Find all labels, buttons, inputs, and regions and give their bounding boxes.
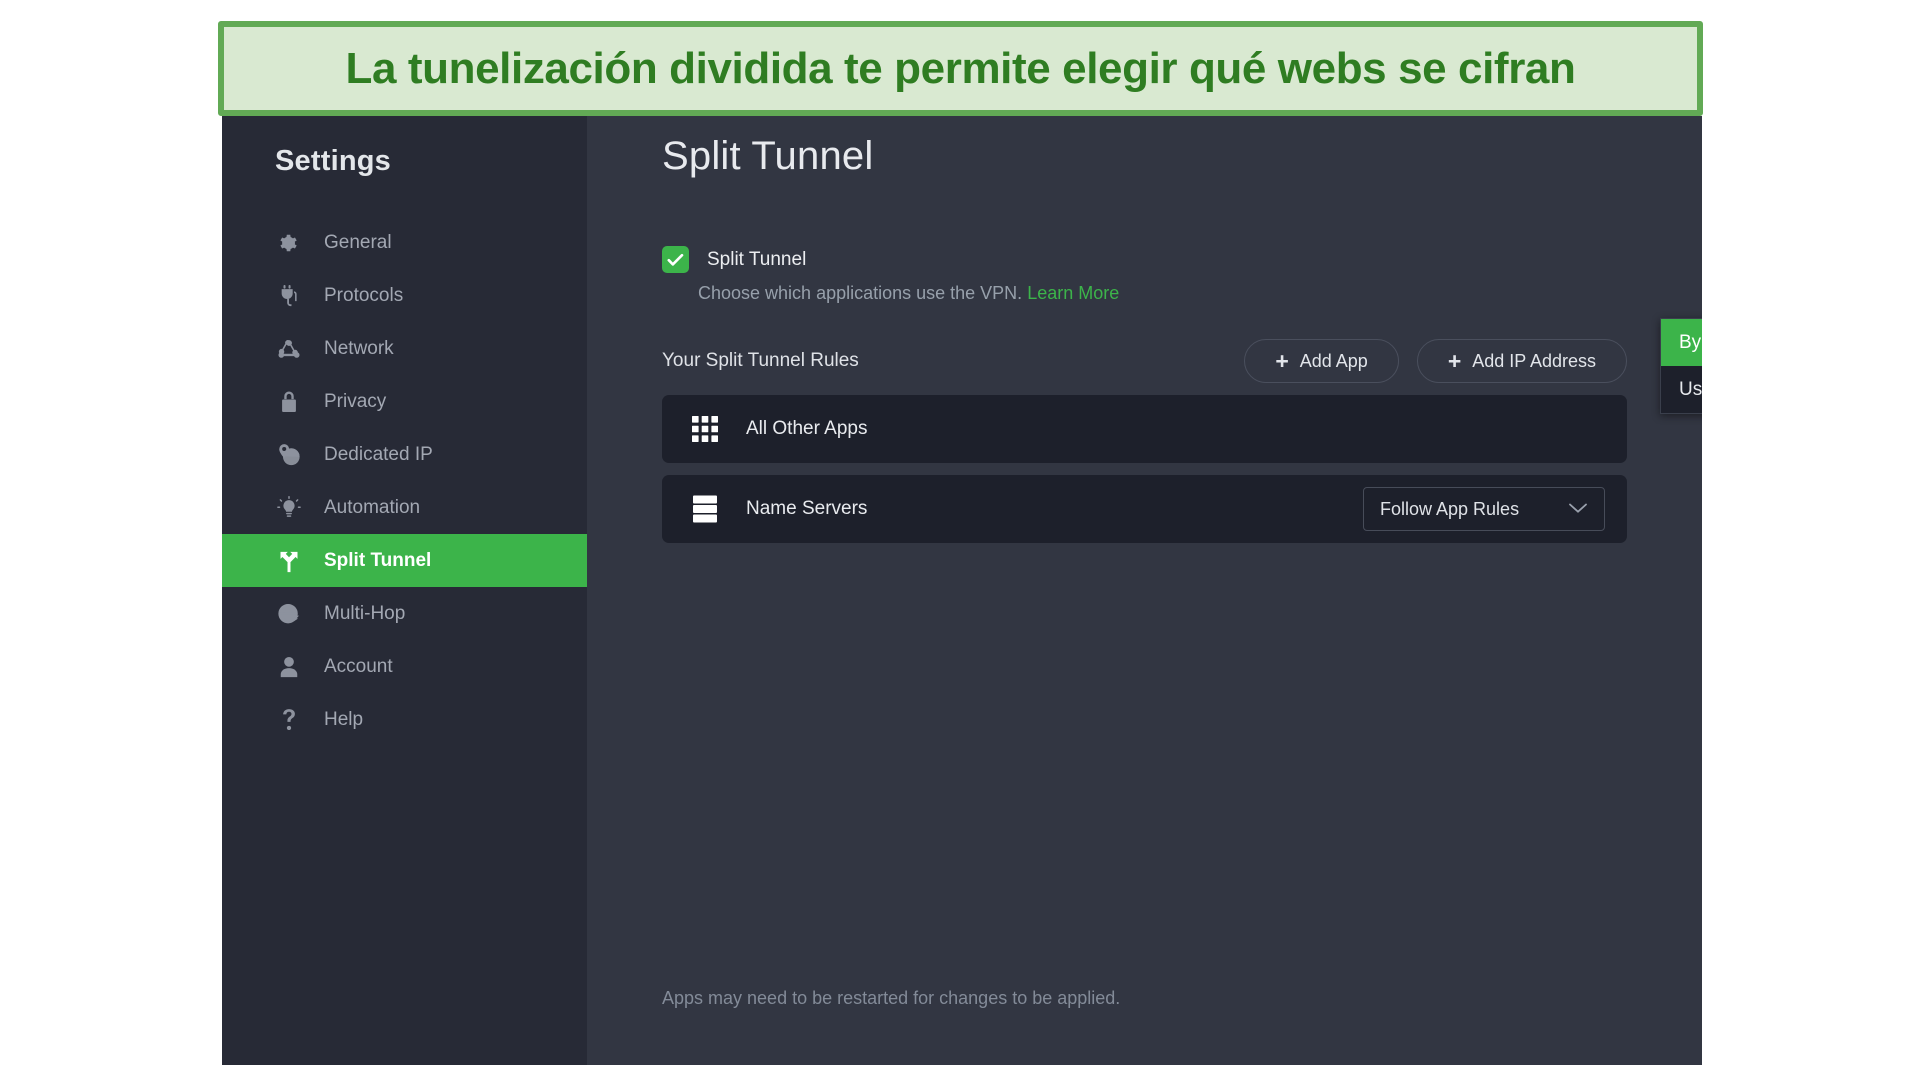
split-tunnel-description: Choose which applications use the VPN. L… [698, 283, 1702, 304]
sidebar-item-label: Protocols [324, 284, 404, 306]
rules-actions: + Add App + Add IP Address [1244, 339, 1627, 383]
sidebar-item-split-tunnel[interactable]: Split Tunnel [222, 534, 587, 587]
check-icon [667, 253, 684, 266]
sidebar-item-label: Dedicated IP [324, 443, 433, 465]
dropdown-option-label: Use VPN [1679, 378, 1702, 400]
split-tunnel-toggle-row: Split Tunnel [662, 246, 1702, 273]
table-row[interactable]: All Other Apps [662, 395, 1627, 463]
annotation-banner: La tunelización dividida te permite eleg… [218, 21, 1703, 116]
description-text: Choose which applications use the VPN. [698, 283, 1023, 303]
name-servers-select[interactable]: Follow App Rules [1363, 487, 1605, 531]
dropdown-option-use-vpn[interactable]: Use VPN [1661, 366, 1702, 413]
rule-row-name: All Other Apps [746, 418, 868, 439]
rule-row-name: Name Servers [746, 498, 868, 519]
sidebar-item-label: Help [324, 708, 364, 730]
rules-label: Your Split Tunnel Rules [662, 350, 859, 371]
split-tunnel-checkbox[interactable] [662, 246, 689, 273]
rules-header: Your Split Tunnel Rules + Add App + Add … [662, 339, 1627, 383]
add-app-button[interactable]: + Add App [1244, 339, 1399, 383]
sidebar-item-dedicated-ip[interactable]: Dedicated IP [222, 428, 587, 481]
chevron-down-icon [1568, 499, 1588, 520]
apps-grid-icon [688, 412, 722, 446]
sidebar-item-label: Account [324, 655, 393, 677]
sidebar-item-label: Split Tunnel [324, 549, 432, 571]
question-mark-icon [274, 707, 304, 733]
settings-sidebar: Settings General Protocols Network Priva… [222, 116, 587, 1065]
add-app-button-label: Add App [1299, 350, 1368, 371]
add-ip-address-button[interactable]: + Add IP Address [1416, 339, 1627, 383]
sidebar-item-privacy[interactable]: Privacy [222, 375, 587, 428]
person-icon [274, 654, 304, 680]
vpn-app-window: Settings General Protocols Network Priva… [222, 116, 1702, 1065]
split-fork-icon [274, 548, 304, 574]
dropdown-option-bypass-vpn[interactable]: Bypass VPN [1661, 319, 1702, 366]
split-tunnel-content: Split Tunnel Split Tunnel Choose which a… [587, 116, 1702, 1065]
globe-hop-icon [274, 601, 304, 627]
add-ip-address-button-label: Add IP Address [1472, 350, 1596, 371]
gear-icon [274, 230, 304, 256]
bypass-vpn-dropdown-menu[interactable]: Bypass VPN Use VPN [1660, 318, 1702, 414]
sidebar-item-account[interactable]: Account [222, 640, 587, 693]
name-servers-select-value: Follow App Rules [1380, 498, 1520, 519]
plus-icon: + [1275, 347, 1289, 374]
server-rack-icon [688, 492, 722, 526]
sidebar-nav: General Protocols Network Privacy Dedica… [222, 216, 587, 746]
lightbulb-icon [274, 495, 304, 521]
lock-icon [274, 389, 304, 415]
pin-globe-icon [274, 442, 304, 468]
network-nodes-icon [274, 336, 304, 362]
sidebar-item-multi-hop[interactable]: Multi-Hop [222, 587, 587, 640]
screenshot-root: La tunelización dividida te permite eleg… [0, 0, 1920, 1065]
dropdown-option-label: Bypass VPN [1679, 331, 1702, 353]
sidebar-item-label: Automation [324, 496, 421, 518]
sidebar-item-network[interactable]: Network [222, 322, 587, 375]
page-title: Split Tunnel [662, 134, 874, 178]
table-row[interactable]: Name Servers Follow App Rules [662, 475, 1627, 543]
split-tunnel-toggle-label: Split Tunnel [707, 248, 807, 270]
sidebar-item-protocols[interactable]: Protocols [222, 269, 587, 322]
sidebar-item-label: Multi-Hop [324, 602, 406, 624]
annotation-banner-text: La tunelización dividida te permite eleg… [345, 43, 1576, 93]
plus-icon: + [1447, 347, 1462, 374]
footer-note: Apps may need to be restarted for change… [662, 988, 1121, 1008]
learn-more-link[interactable]: Learn More [1027, 283, 1119, 303]
sidebar-title: Settings [275, 145, 391, 177]
sidebar-item-label: Network [324, 337, 394, 359]
sidebar-item-automation[interactable]: Automation [222, 481, 587, 534]
plug-icon [274, 283, 304, 309]
sidebar-item-help[interactable]: Help [222, 693, 587, 746]
sidebar-item-label: Privacy [324, 390, 387, 412]
sidebar-item-general[interactable]: General [222, 216, 587, 269]
sidebar-item-label: General [324, 231, 392, 253]
